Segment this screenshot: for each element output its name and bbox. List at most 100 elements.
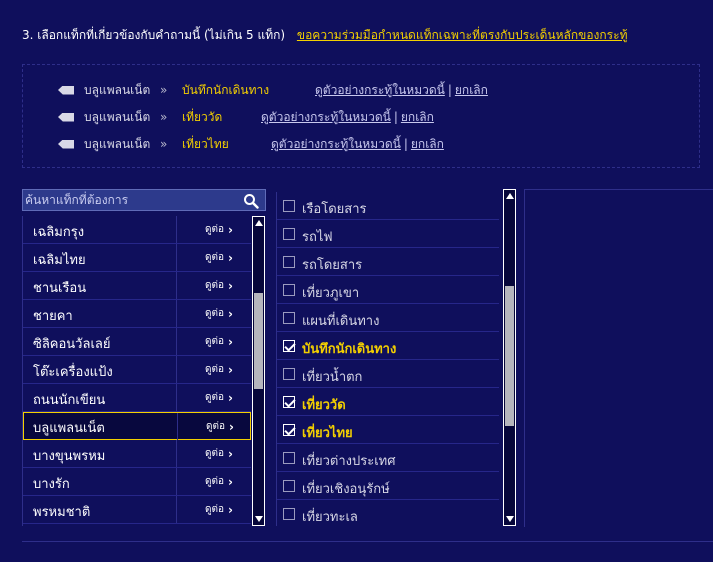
subtag-checkbox[interactable]: [283, 508, 295, 520]
category-item[interactable]: บางรัก ดูต่อ ›: [23, 468, 251, 496]
subtag-item[interactable]: เที่ยวภูเขา: [277, 276, 499, 304]
category-item[interactable]: เฉลิมไทย ดูต่อ ›: [23, 244, 251, 272]
view-more-button[interactable]: ดูต่อ ›: [176, 384, 249, 411]
search-icon[interactable]: [243, 193, 259, 209]
scrollbar-thumb[interactable]: [254, 293, 263, 389]
category-item[interactable]: ถนนนักเขียน ดูต่อ ›: [23, 384, 251, 412]
link-divider: |: [403, 137, 408, 151]
link-divider: |: [447, 83, 452, 97]
cancel-tag-link[interactable]: ยกเลิก: [411, 135, 444, 154]
category-list-scrollbar[interactable]: [252, 216, 265, 526]
view-more-label: ดูต่อ: [205, 392, 224, 403]
subtag-checkbox-checked[interactable]: [283, 424, 295, 436]
tag-icon: [58, 139, 74, 149]
view-more-label: ดูต่อ: [205, 280, 224, 291]
subtag-label: เที่ยวไทย: [302, 426, 353, 441]
selected-tag-row: บลูแพลนเน็ต » บันทึกนักเดินทาง ดูตัวอย่า…: [58, 80, 488, 100]
subtag-checkbox[interactable]: [283, 228, 295, 240]
category-item-active[interactable]: บลูแพลนเน็ต ดูต่อ ›: [23, 412, 251, 440]
category-item[interactable]: บางขุนพรหม ดูต่อ ›: [23, 440, 251, 468]
view-more-button[interactable]: ดูต่อ ›: [176, 440, 249, 467]
subtag-label: เที่ยวภูเขา: [302, 286, 360, 301]
subtag-label: เที่ยวทะเล: [302, 510, 358, 525]
category-name: ชายคา: [33, 309, 73, 324]
subtag-item[interactable]: เที่ยวน้ำตก: [277, 360, 499, 388]
view-more-button[interactable]: ดูต่อ ›: [176, 468, 249, 495]
category-item[interactable]: ชานเรือน ดูต่อ ›: [23, 272, 251, 300]
subtag-checkbox-checked[interactable]: [283, 396, 295, 408]
view-more-button[interactable]: ดูต่อ ›: [177, 413, 250, 440]
category-item[interactable]: พรหมชาติ ดูต่อ ›: [23, 496, 251, 524]
category-name: เฉลิมไทย: [33, 253, 86, 268]
view-more-label: ดูต่อ: [206, 421, 225, 432]
subtag-item[interactable]: เที่ยวเชิงอนุรักษ์: [277, 472, 499, 500]
subtag-label: แผนที่เดินทาง: [302, 314, 380, 329]
view-more-button[interactable]: ดูต่อ ›: [176, 328, 249, 355]
subtag-label: เรือโดยสาร: [302, 202, 367, 217]
view-more-label: ดูต่อ: [205, 224, 224, 235]
view-more-label: ดูต่อ: [205, 364, 224, 375]
selected-tag-parent: บลูแพลนเน็ต: [84, 82, 151, 97]
subtag-checkbox[interactable]: [283, 256, 295, 268]
selected-tag-parent: บลูแพลนเน็ต: [84, 109, 151, 124]
view-more-button[interactable]: ดูต่อ ›: [176, 356, 249, 383]
subtag-item[interactable]: เที่ยววัด: [277, 388, 499, 416]
view-more-label: ดูต่อ: [205, 308, 224, 319]
category-item[interactable]: ชายคา ดูต่อ ›: [23, 300, 251, 328]
subtag-list: เรือโดยสาร รถไฟ รถโดยสาร เที่ยวภูเขา แผน…: [276, 192, 499, 526]
subtag-label: เที่ยวน้ำตก: [302, 370, 363, 385]
subtag-checkbox[interactable]: [283, 368, 295, 380]
view-more-label: ดูต่อ: [205, 252, 224, 263]
category-item[interactable]: เฉลิมกรุง ดูต่อ ›: [23, 216, 251, 244]
subtag-item[interactable]: รถไฟ: [277, 220, 499, 248]
subtag-checkbox[interactable]: [283, 480, 295, 492]
category-name: ถนนนักเขียน: [33, 393, 106, 408]
view-more-button[interactable]: ดูต่อ ›: [176, 244, 249, 271]
cancel-tag-link[interactable]: ยกเลิก: [455, 81, 488, 100]
cancel-tag-link[interactable]: ยกเลิก: [401, 108, 434, 127]
subtag-item[interactable]: เที่ยวไทย: [277, 416, 499, 444]
tag-search-box: [22, 189, 266, 211]
tag-icon: [58, 112, 74, 122]
selected-tag-child: เที่ยววัด: [182, 109, 223, 124]
chevron-right-icon: ›: [228, 334, 233, 349]
subtag-checkbox[interactable]: [283, 284, 295, 296]
subtag-item[interactable]: เที่ยวต่างประเทศ: [277, 444, 499, 472]
view-examples-link[interactable]: ดูตัวอย่างกระทู้ในหมวดนี้: [271, 135, 401, 154]
view-more-button[interactable]: ดูต่อ ›: [176, 272, 249, 299]
chevron-right-icon: ›: [228, 446, 233, 461]
category-item[interactable]: ซิลิคอนวัลเลย์ ดูต่อ ›: [23, 328, 251, 356]
scroll-up-arrow-icon[interactable]: [255, 220, 263, 226]
scroll-up-arrow-icon[interactable]: [506, 193, 514, 199]
view-more-button[interactable]: ดูต่อ ›: [176, 300, 249, 327]
category-name: บางรัก: [33, 477, 70, 492]
subtag-checkbox[interactable]: [283, 200, 295, 212]
tag-search-input[interactable]: [25, 191, 235, 209]
view-examples-link[interactable]: ดูตัวอย่างกระทู้ในหมวดนี้: [315, 81, 445, 100]
subtag-item[interactable]: แผนที่เดินทาง: [277, 304, 499, 332]
subtag-list-scrollbar[interactable]: [503, 189, 516, 526]
selected-tag-child: บันทึกนักเดินทาง: [182, 82, 270, 97]
subtag-checkbox[interactable]: [283, 452, 295, 464]
subtag-item[interactable]: บันทึกนักเดินทาง: [277, 332, 499, 360]
subtag-checkbox-checked[interactable]: [283, 340, 295, 352]
selected-tag-row: บลูแพลนเน็ต » เที่ยววัด ดูตัวอย่างกระทู้…: [58, 107, 434, 127]
subtag-item[interactable]: รถโดยสาร: [277, 248, 499, 276]
scroll-down-arrow-icon[interactable]: [255, 516, 263, 522]
tag-guideline-link[interactable]: ขอความร่วมมือกำหนดแท็กเฉพาะที่ตรงกับประเ…: [297, 28, 628, 42]
category-item[interactable]: โต๊ะเครื่องแป้ง ดูต่อ ›: [23, 356, 251, 384]
subtag-checkbox[interactable]: [283, 312, 295, 324]
scrollbar-thumb[interactable]: [505, 286, 514, 426]
chevron-right-icon: ›: [228, 278, 233, 293]
subtag-item[interactable]: เรือโดยสาร: [277, 192, 499, 220]
third-level-panel: [524, 189, 713, 527]
subtag-item[interactable]: เที่ยวทะเล: [277, 500, 499, 526]
divider: [22, 541, 713, 542]
view-examples-link[interactable]: ดูตัวอย่างกระทู้ในหมวดนี้: [261, 108, 391, 127]
subtag-label: รถโดยสาร: [302, 258, 363, 273]
subtag-label: บันทึกนักเดินทาง: [302, 342, 397, 357]
category-name: โต๊ะเครื่องแป้ง: [33, 365, 113, 380]
scroll-down-arrow-icon[interactable]: [506, 516, 514, 522]
view-more-button[interactable]: ดูต่อ ›: [176, 216, 249, 243]
view-more-button[interactable]: ดูต่อ ›: [176, 496, 249, 523]
